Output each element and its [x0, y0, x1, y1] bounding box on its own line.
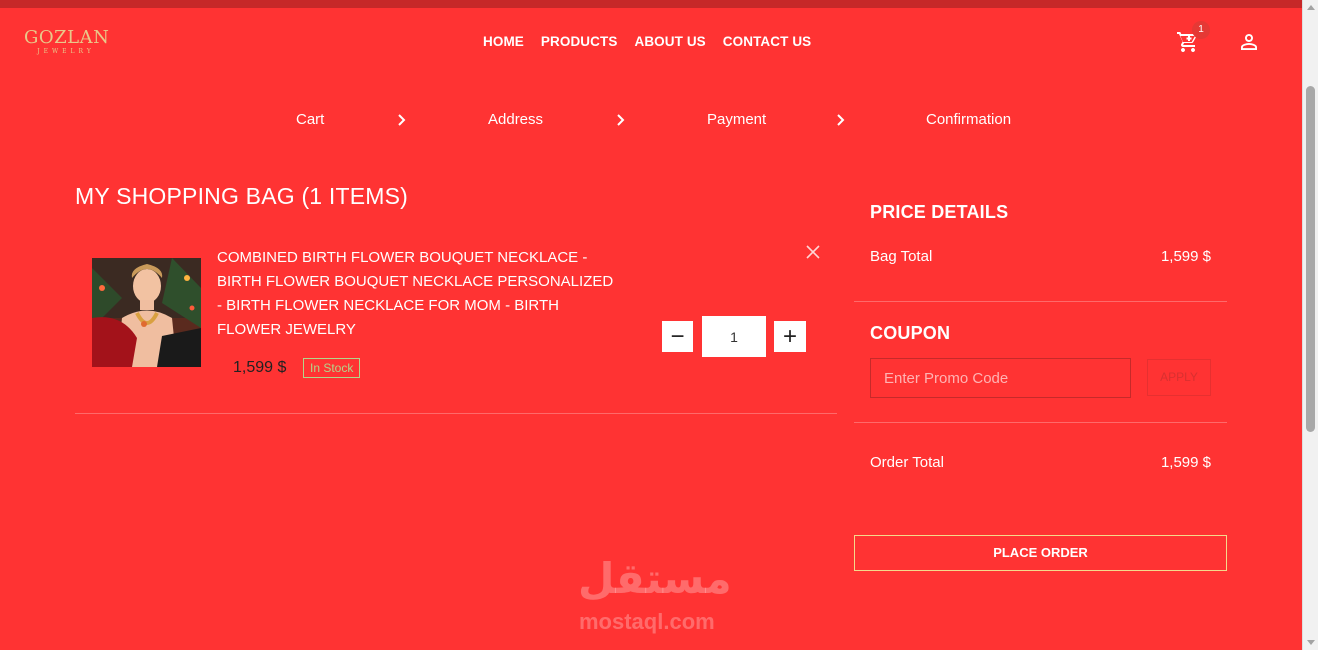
scroll-down-icon[interactable] — [1307, 640, 1315, 645]
plus-icon: + — [782, 322, 797, 350]
minus-icon: − — [670, 322, 685, 350]
order-total-value: 1,599 $ — [1160, 454, 1211, 471]
product-photo — [92, 258, 201, 367]
quantity-input[interactable] — [702, 316, 766, 357]
step-confirmation[interactable]: Confirmation — [926, 111, 1011, 128]
price-details-title: PRICE DETAILS — [870, 202, 1009, 222]
nav-products[interactable]: PRODUCTS — [541, 34, 618, 49]
stock-status-badge: In Stock — [303, 358, 361, 378]
bag-divider — [75, 413, 837, 414]
chevron-right-icon — [617, 114, 625, 126]
scrollbar-thumb[interactable] — [1306, 86, 1315, 432]
apply-coupon-button[interactable]: APPLY — [1147, 359, 1211, 396]
watermark-latin: mostaql.com — [579, 609, 715, 634]
cart-count-badge: 1 — [1192, 21, 1210, 39]
chevron-right-icon — [837, 114, 845, 126]
place-order-button[interactable]: PLACE ORDER — [854, 535, 1227, 571]
coupon-divider — [854, 422, 1227, 423]
bag-title: MY SHOPPING BAG (1 ITEMS) — [75, 183, 409, 209]
logo-main-text: GOZLAN — [24, 27, 110, 48]
nav-home[interactable]: HOME — [483, 34, 524, 49]
order-total-label: Order Total — [870, 454, 944, 471]
bag-total-value: 1,599 $ — [1160, 248, 1211, 265]
page-scrollbar[interactable] — [1302, 0, 1318, 650]
bag-total-label: Bag Total — [870, 248, 933, 265]
promo-code-input[interactable] — [870, 358, 1131, 398]
nav-contact-us[interactable]: CONTACT US — [723, 34, 812, 49]
product-image[interactable] — [92, 258, 201, 367]
step-cart[interactable]: Cart — [296, 111, 324, 128]
price-divider — [854, 301, 1227, 302]
coupon-title: COUPON — [870, 323, 951, 343]
product-name[interactable]: COMBINED BIRTH FLOWER BOUQUET NECKLACE -… — [217, 246, 617, 342]
chevron-right-icon — [398, 114, 406, 126]
close-icon[interactable] — [805, 244, 821, 260]
scroll-up-icon[interactable] — [1307, 5, 1315, 10]
user-icon[interactable] — [1237, 30, 1261, 54]
main-nav: HOME PRODUCTS ABOUT US CONTACT US — [483, 34, 828, 49]
nav-about-us[interactable]: ABOUT US — [634, 34, 705, 49]
logo-sub-text: JEWELRY — [37, 48, 95, 55]
step-payment[interactable]: Payment — [707, 111, 766, 128]
watermark-arabic: مستقل — [578, 554, 732, 603]
top-accent-bar — [0, 0, 1302, 8]
step-address[interactable]: Address — [488, 111, 543, 128]
brand-logo[interactable]: GOZLAN JEWELRY — [24, 27, 110, 56]
product-price: 1,599 $ — [233, 359, 287, 376]
quantity-decrease-button[interactable]: − — [662, 321, 693, 352]
quantity-increase-button[interactable]: + — [774, 321, 806, 352]
